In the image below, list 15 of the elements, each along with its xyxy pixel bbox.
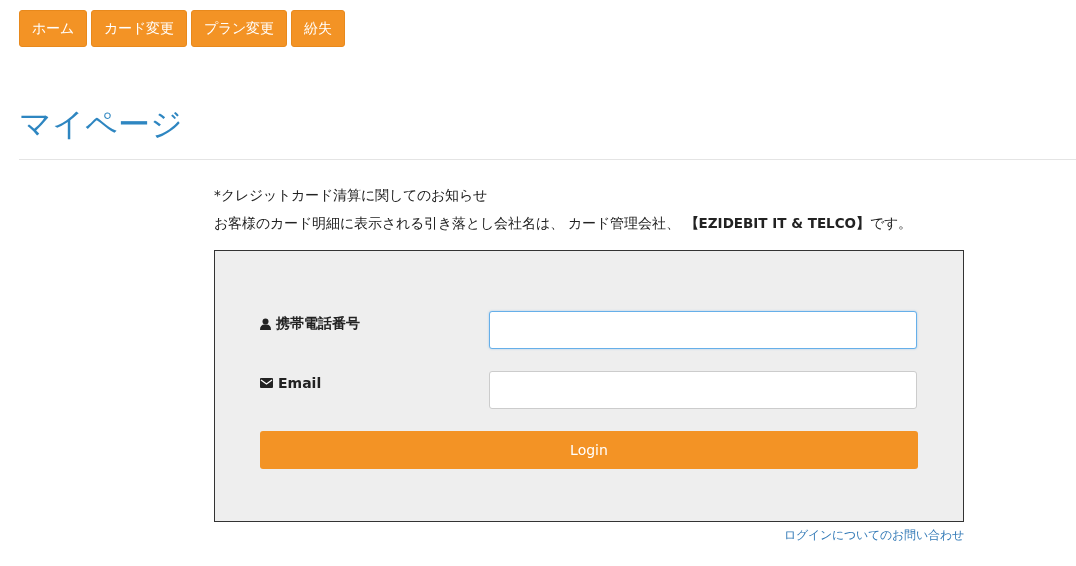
envelope-icon: [260, 378, 273, 388]
notice-text: *クレジットカード清算に関してのお知らせ: [214, 186, 487, 205]
nav-button[interactable]: ホーム: [19, 10, 87, 47]
page-title: マイページ: [19, 104, 183, 145]
nav-button[interactable]: カード変更: [91, 10, 187, 47]
field-label: 携帯電話番号: [260, 311, 489, 333]
nav-button[interactable]: プラン変更: [191, 10, 287, 47]
nav-button[interactable]: 紛失: [291, 10, 345, 47]
notice-text: お客様のカード明細に表示される引き落とし会社名は、 カード管理会社、 【EZIDEBIT IT & TELCO】です。: [214, 214, 913, 233]
field-label: Email: [260, 371, 489, 391]
phone-field[interactable]: [489, 311, 917, 349]
user-icon: [260, 318, 271, 330]
help-link[interactable]: ログインについてのお問い合わせ: [784, 528, 964, 542]
login-button[interactable]: Login: [260, 431, 918, 469]
email-field[interactable]: [489, 371, 917, 409]
